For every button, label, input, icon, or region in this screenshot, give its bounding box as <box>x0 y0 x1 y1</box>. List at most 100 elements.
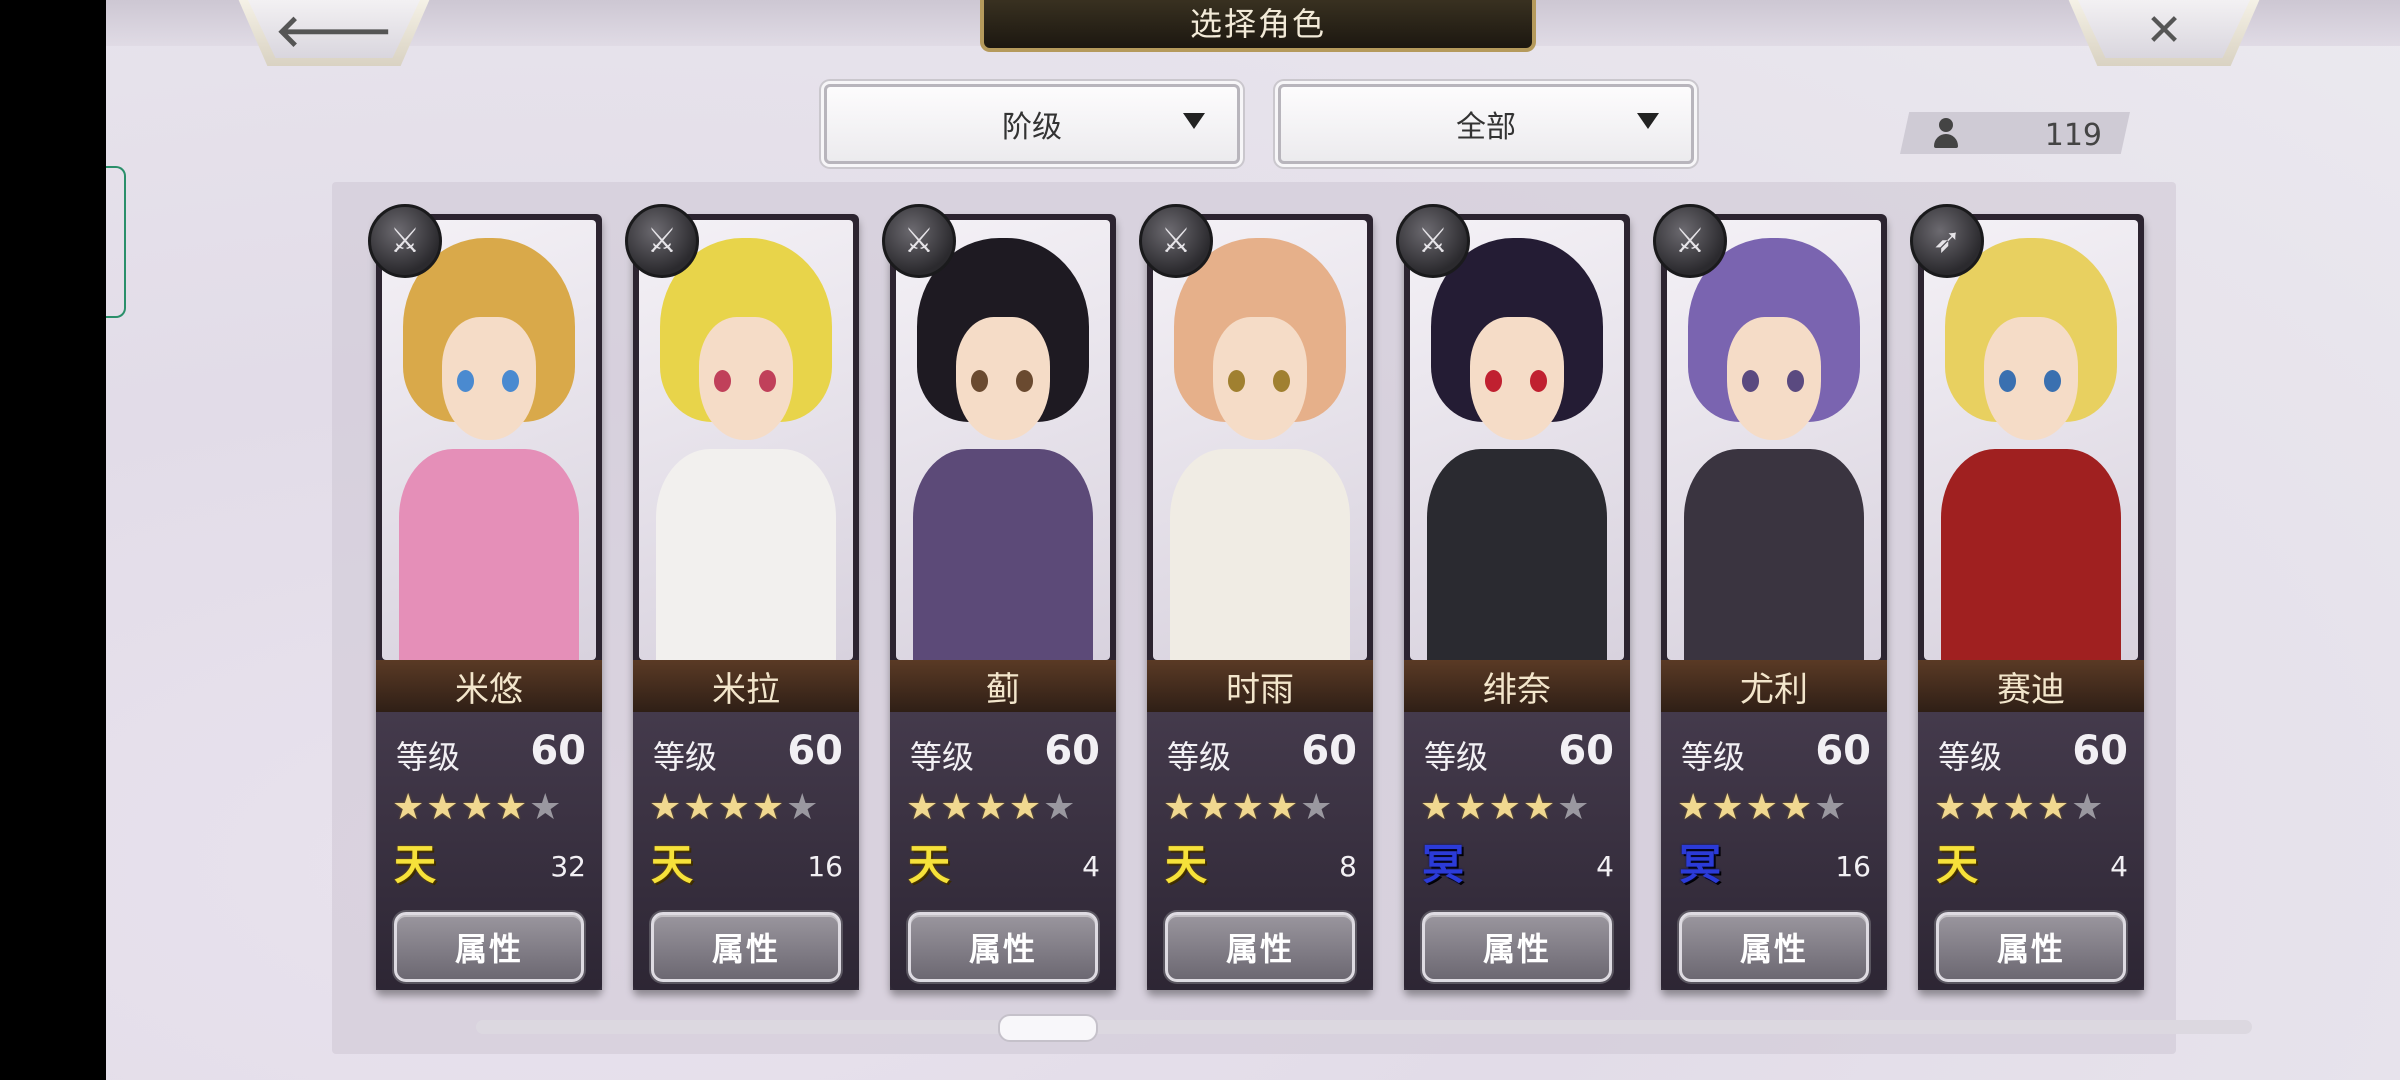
character-name: 尤利 <box>1661 660 1887 712</box>
level-value: 60 <box>2072 728 2128 774</box>
character-name: 时雨 <box>1147 660 1373 712</box>
star-icon: ★ <box>1420 787 1453 828</box>
rank-row: 天4 <box>1936 838 2128 894</box>
character-stats: 等级 60 ★ ★ ★ ★ ★ 天 4 属性 <box>890 712 1116 990</box>
horizontal-scrollbar[interactable] <box>476 1020 2252 1034</box>
star-icon: ★ <box>1557 787 1590 828</box>
rank-row: 冥 16 <box>1679 838 1871 894</box>
level-row: 等级 60 <box>910 728 1100 776</box>
star-rating: ★ ★ ★ ★ ★ <box>906 788 1075 828</box>
star-icon: ★ <box>1522 787 1556 828</box>
katana-weapon-icon: ⚔ <box>1653 204 1727 278</box>
character-card[interactable]: ➶ 赛迪 等级 60 ★ ★ ★ ★ ★ 天 4 属性 <box>1910 204 2144 990</box>
character-name: 绯奈 <box>1404 660 1630 712</box>
star-icon: ★ <box>974 787 1007 828</box>
attributes-button[interactable]: 属性 <box>1679 912 1869 982</box>
star-icon: ★ <box>906 787 939 828</box>
character-card[interactable]: ⚔ 尤利等级 60 ★ ★ ★ ★ ★ 冥 16 属性 <box>1653 204 1887 990</box>
star-icon: ★ <box>649 787 682 828</box>
chevron-down-icon <box>1183 113 1205 129</box>
character-portrait <box>896 220 1110 660</box>
close-icon: ✕ <box>2145 4 2183 56</box>
level-row: 等级 60 <box>1938 728 2128 776</box>
character-card[interactable]: ⚔ 绯奈 等级 60 ★ ★ ★ ★ ★ 冥 4 属性 <box>1396 204 1630 990</box>
level-row: 等级 60 <box>1681 728 1871 776</box>
rank-row: 天8 <box>1165 838 1357 894</box>
roster-count-value: 119 <box>2044 118 2102 153</box>
rank-row: 天 32 <box>394 838 586 894</box>
star-icon: ★ <box>1814 787 1847 828</box>
back-arrow-icon: 🡐 <box>275 6 393 57</box>
attributes-button[interactable]: 属性 <box>908 912 1098 982</box>
rank-filter-dropdown[interactable]: 阶级 <box>824 84 1240 164</box>
attributes-button[interactable]: 属性 <box>651 912 841 982</box>
game-screen: 🡐 选择角色 ✕ 阶级 全部 119 ⚔ 米悠 等级 60 ★ ★ ★ ★ ★ 天 32 属性 ⚔ 米拉等… <box>106 0 2400 1080</box>
star-icon: ★ <box>1231 787 1264 828</box>
rank-badge-icon: 天 <box>1936 840 1979 889</box>
level-value: 60 <box>530 728 586 774</box>
attributes-button[interactable]: 属性 <box>1936 912 2126 982</box>
star-icon: ★ <box>1745 787 1778 828</box>
attributes-button[interactable]: 属性 <box>1165 912 1355 982</box>
star-icon: ★ <box>460 787 493 828</box>
star-icon: ★ <box>1677 787 1710 828</box>
star-icon: ★ <box>1454 787 1487 828</box>
sword-weapon-icon: ⚔ <box>625 204 699 278</box>
page-title: 选择角色 <box>980 0 1536 52</box>
rank-row: 冥4 <box>1422 838 1614 894</box>
level-label: 等级 <box>1938 738 2003 776</box>
character-portrait <box>382 220 596 660</box>
level-label: 等级 <box>1424 738 1489 776</box>
character-stats: 等级 60 ★ ★ ★ ★ ★ 天 32 属性 <box>376 712 602 990</box>
character-card[interactable]: ⚔ 米悠 等级 60 ★ ★ ★ ★ ★ 天 32 属性 <box>368 204 602 990</box>
rank-badge-icon: 冥 <box>1679 840 1722 889</box>
star-icon: ★ <box>1934 787 1967 828</box>
star-icon: ★ <box>786 787 819 828</box>
rank-row: 天4 <box>908 838 1100 894</box>
close-button[interactable]: ✕ <box>2066 0 2262 66</box>
rank-count: 4 <box>1596 850 1614 883</box>
character-portrait <box>1924 220 2138 660</box>
level-value: 60 <box>1815 728 1871 774</box>
star-icon: ★ <box>1265 787 1299 828</box>
character-name: 赛迪 <box>1918 660 2144 712</box>
scrollbar-thumb[interactable] <box>998 1014 1098 1042</box>
rank-badge-icon: 冥 <box>1422 840 1465 889</box>
katana-weapon-icon: ⚔ <box>882 204 956 278</box>
attributes-button[interactable]: 属性 <box>394 912 584 982</box>
star-icon: ★ <box>751 787 785 828</box>
rank-filter-label: 阶级 <box>1002 110 1062 145</box>
star-icon: ★ <box>1008 787 1042 828</box>
star-icon: ★ <box>1197 787 1230 828</box>
level-label: 等级 <box>1167 738 1232 776</box>
character-portrait <box>639 220 853 660</box>
back-button[interactable]: 🡐 <box>236 0 432 66</box>
rank-count: 16 <box>807 850 843 883</box>
scope-filter-dropdown[interactable]: 全部 <box>1278 84 1694 164</box>
character-card[interactable]: ⚔ 时雨 等级 60 ★ ★ ★ ★ ★ 天 8 属性 <box>1139 204 1373 990</box>
character-name: 米拉 <box>633 660 859 712</box>
side-panel-handle[interactable] <box>106 166 126 318</box>
star-icon: ★ <box>2002 787 2035 828</box>
sword-weapon-icon: ⚔ <box>368 204 442 278</box>
rank-count: 4 <box>1082 850 1100 883</box>
level-value: 60 <box>1558 728 1614 774</box>
star-icon: ★ <box>1968 787 2001 828</box>
rank-count: 4 <box>2110 850 2128 883</box>
level-row: 等级 60 <box>1167 728 1357 776</box>
star-icon: ★ <box>1779 787 1813 828</box>
character-card[interactable]: ⚔ 米拉 等级 60 ★ ★ ★ ★ ★ 天 16 属性 <box>625 204 859 990</box>
character-stats: 等级 60 ★ ★ ★ ★ ★ 天 8 属性 <box>1147 712 1373 990</box>
star-rating: ★ ★ ★ ★ ★ <box>1677 788 1846 828</box>
star-icon: ★ <box>426 787 459 828</box>
level-label: 等级 <box>910 738 975 776</box>
character-stats: 等级 60 ★ ★ ★ ★ ★ 天 4 属性 <box>1918 712 2144 990</box>
star-rating: ★ ★ ★ ★ ★ <box>649 788 818 828</box>
star-icon: ★ <box>1488 787 1521 828</box>
user-icon <box>1932 118 1960 150</box>
chevron-down-icon <box>1637 113 1659 129</box>
level-row: 等级 60 <box>396 728 586 776</box>
character-stats: 等级 60 ★ ★ ★ ★ ★ 天 16 属性 <box>633 712 859 990</box>
character-card[interactable]: ⚔ 蓟等级 60 ★ ★ ★ ★ ★ 天 4 属性 <box>882 204 1116 990</box>
attributes-button[interactable]: 属性 <box>1422 912 1612 982</box>
